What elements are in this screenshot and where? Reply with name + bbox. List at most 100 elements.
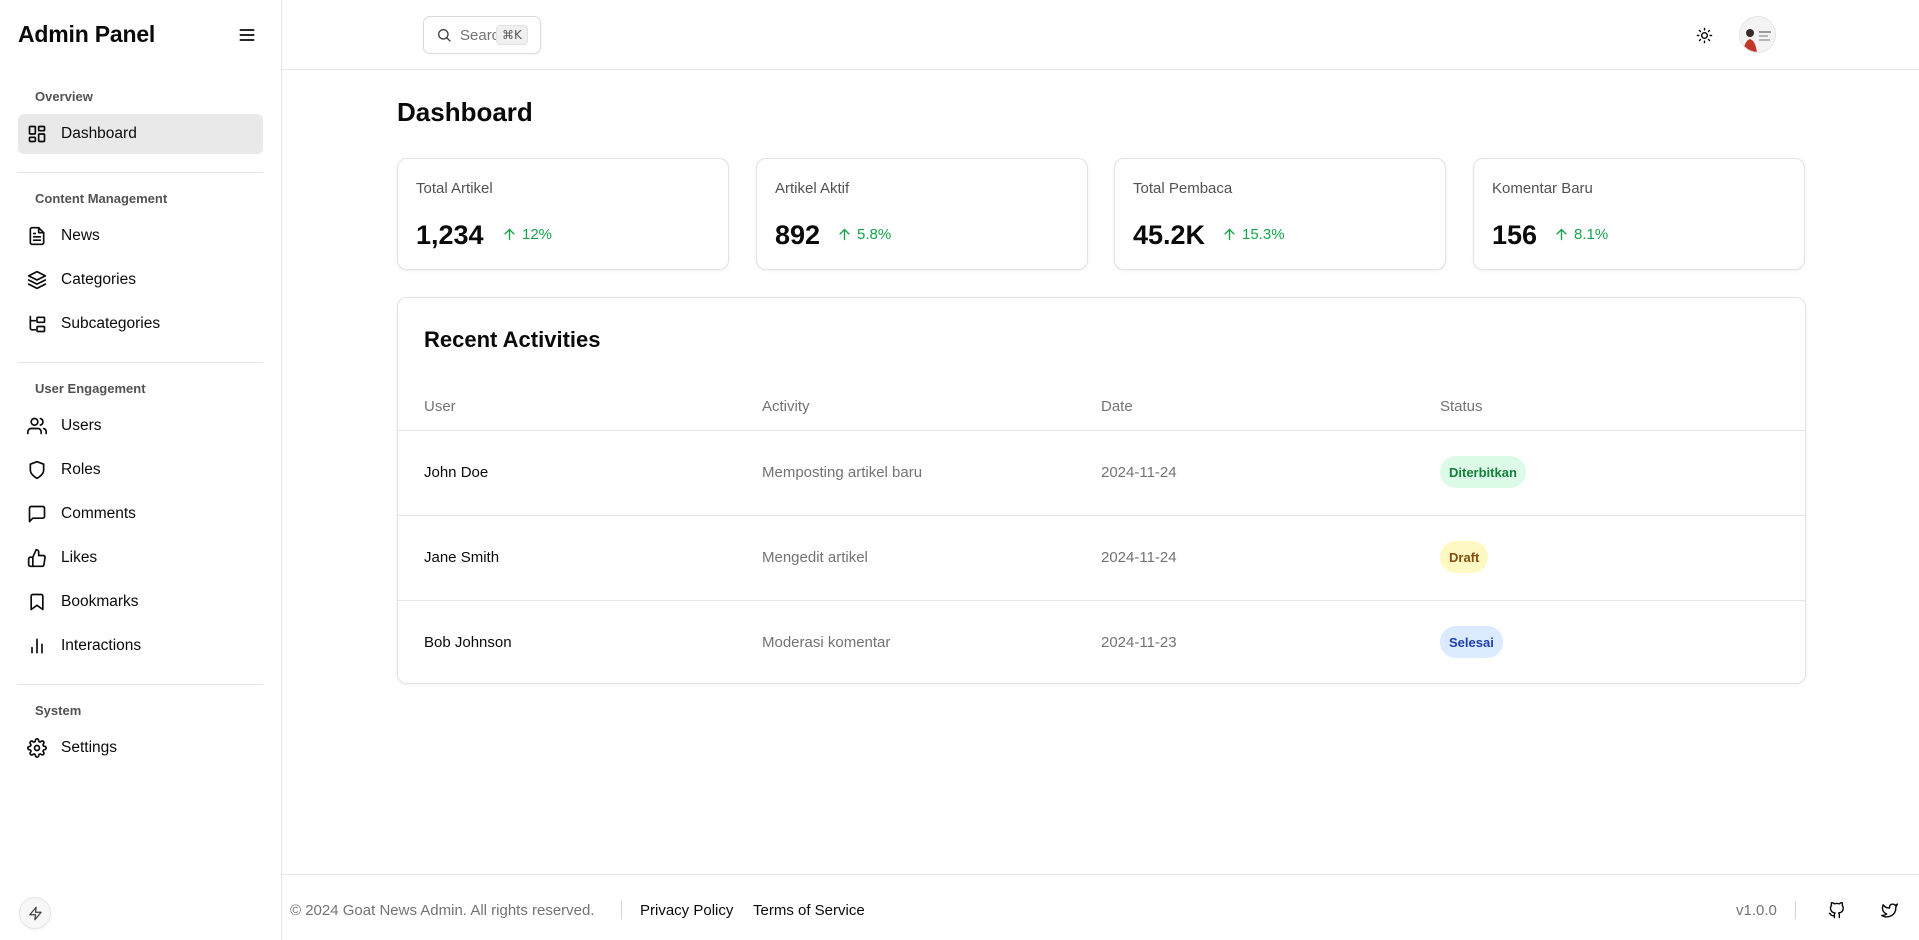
- shield-icon: [27, 460, 47, 480]
- sidebar-item-label: Comments: [61, 505, 136, 522]
- sidebar-item-users[interactable]: Users: [18, 406, 263, 446]
- search-icon: [438, 29, 451, 42]
- sidebar-group-system: System: [35, 703, 82, 718]
- table-row: Jane Smith Mengedit artikel 2024-11-24 D…: [398, 515, 1805, 600]
- github-icon: [1828, 901, 1844, 918]
- quick-action-button[interactable]: [19, 897, 51, 929]
- twitter-icon: [1880, 902, 1898, 918]
- avatar[interactable]: [1739, 16, 1776, 53]
- folder-tree-icon: [27, 314, 47, 334]
- sidebar-item-comments[interactable]: Comments: [18, 494, 263, 534]
- sidebar-group-content: Content Management: [35, 191, 168, 206]
- sidebar: Admin Panel Overview Dashboard Content M…: [0, 0, 282, 940]
- sidebar-item-label: Dashboard: [61, 125, 137, 142]
- sidebar-item-likes[interactable]: Likes: [18, 538, 263, 578]
- section-title: Recent Activities: [424, 327, 601, 352]
- table-row: Bob Johnson Moderasi komentar 2024-11-23…: [398, 600, 1805, 685]
- sidebar-item-news[interactable]: News: [18, 216, 263, 256]
- thumbs-up-icon: [27, 548, 47, 568]
- sidebar-group-engagement: User Engagement: [35, 381, 146, 396]
- sidebar-item-label: Subcategories: [61, 315, 161, 332]
- search-box[interactable]: ⌘K: [423, 16, 541, 54]
- stat-value: 1,234: [416, 220, 484, 250]
- footer-divider: [621, 901, 622, 919]
- menu-toggle-button[interactable]: [231, 19, 263, 51]
- sidebar-item-subcategories[interactable]: Subcategories: [18, 304, 263, 344]
- page-title: Dashboard: [397, 97, 533, 127]
- cell-activity: Mengedit artikel: [762, 549, 868, 566]
- terms-of-service-link[interactable]: Terms of Service: [753, 902, 865, 919]
- stat-value: 45.2K: [1133, 220, 1206, 250]
- privacy-policy-link[interactable]: Privacy Policy: [640, 902, 733, 919]
- stat-trend: 5.8%: [837, 226, 891, 243]
- stat-trend: 12%: [502, 226, 552, 243]
- stat-label: Total Artikel: [416, 180, 493, 197]
- github-link[interactable]: [1826, 900, 1846, 920]
- arrow-up-icon: [1224, 228, 1235, 241]
- stat-value: 892: [775, 220, 821, 250]
- sidebar-item-settings[interactable]: Settings: [18, 728, 263, 768]
- sidebar-item-dashboard[interactable]: Dashboard: [18, 114, 263, 154]
- stat-trend-value: 15.3%: [1242, 226, 1285, 243]
- message-square-icon: [27, 504, 47, 524]
- stat-trend-value: 12%: [522, 226, 553, 243]
- status-badge: Diterbitkan: [1440, 456, 1526, 488]
- sun-icon: [1696, 27, 1712, 43]
- stat-trend-value: 5.8%: [857, 226, 892, 243]
- sidebar-item-label: Interactions: [61, 637, 142, 654]
- cell-user: John Doe: [424, 464, 489, 481]
- app-title: Admin Panel: [18, 21, 156, 47]
- users-icon: [27, 416, 47, 436]
- column-header-activity: Activity: [762, 398, 810, 415]
- sidebar-divider: [18, 172, 263, 173]
- sidebar-item-label: Categories: [61, 271, 136, 288]
- column-header-status: Status: [1440, 398, 1483, 415]
- sidebar-item-label: Settings: [61, 739, 118, 756]
- search-input[interactable]: [460, 26, 500, 44]
- sidebar-divider: [18, 684, 263, 685]
- column-header-date: Date: [1101, 398, 1133, 415]
- cell-user: Bob Johnson: [424, 634, 512, 651]
- sidebar-group-overview: Overview: [35, 89, 93, 104]
- stat-card-artikel-aktif: Artikel Aktif 892 5.8%: [756, 158, 1088, 270]
- recent-activities-card: Recent Activities User Activity Date Sta…: [397, 297, 1806, 684]
- sidebar-item-interactions[interactable]: Interactions: [18, 626, 263, 666]
- dashboard-icon: [27, 124, 47, 144]
- cell-date: 2024-11-24: [1101, 549, 1177, 566]
- file-text-icon: [27, 226, 47, 246]
- cell-date: 2024-11-24: [1101, 464, 1177, 481]
- sidebar-header: Admin Panel: [0, 0, 281, 69]
- arrow-up-icon: [839, 228, 850, 241]
- sidebar-item-categories[interactable]: Categories: [18, 260, 263, 300]
- sidebar-item-label: Likes: [61, 549, 98, 566]
- cell-activity: Memposting artikel baru: [762, 464, 923, 481]
- sidebar-item-roles[interactable]: Roles: [18, 450, 263, 490]
- stat-label: Artikel Aktif: [775, 180, 850, 197]
- twitter-link[interactable]: [1879, 900, 1899, 920]
- stat-trend: 8.1%: [1554, 226, 1608, 243]
- menu-icon: [239, 28, 255, 41]
- sidebar-item-bookmarks[interactable]: Bookmarks: [18, 582, 263, 622]
- theme-toggle-button[interactable]: [1688, 19, 1720, 51]
- version-label: v1.0.0: [1736, 902, 1777, 919]
- gear-icon: [27, 738, 47, 758]
- avatar-image: [1740, 17, 1775, 52]
- cell-date: 2024-11-23: [1101, 634, 1177, 651]
- search-shortcut: ⌘K: [496, 25, 528, 45]
- stat-card-komentar-baru: Komentar Baru 156 8.1%: [1473, 158, 1805, 270]
- status-badge: Draft: [1440, 541, 1489, 573]
- footer-divider: [1795, 901, 1796, 919]
- stat-value: 156: [1492, 220, 1538, 250]
- stat-trend-value: 8.1%: [1574, 226, 1609, 243]
- arrow-up-icon: [504, 228, 515, 241]
- bar-chart-icon: [27, 636, 47, 656]
- cell-user: Jane Smith: [424, 549, 500, 566]
- sidebar-divider: [18, 362, 263, 363]
- arrow-up-icon: [1556, 228, 1567, 241]
- sidebar-item-label: News: [61, 227, 100, 244]
- cell-activity: Moderasi komentar: [762, 634, 891, 651]
- footer: © 2024 Goat News Admin. All rights reser…: [282, 874, 1919, 940]
- sidebar-item-label: Roles: [61, 461, 101, 478]
- sidebar-item-label: Users: [61, 417, 102, 434]
- layers-icon: [27, 270, 47, 290]
